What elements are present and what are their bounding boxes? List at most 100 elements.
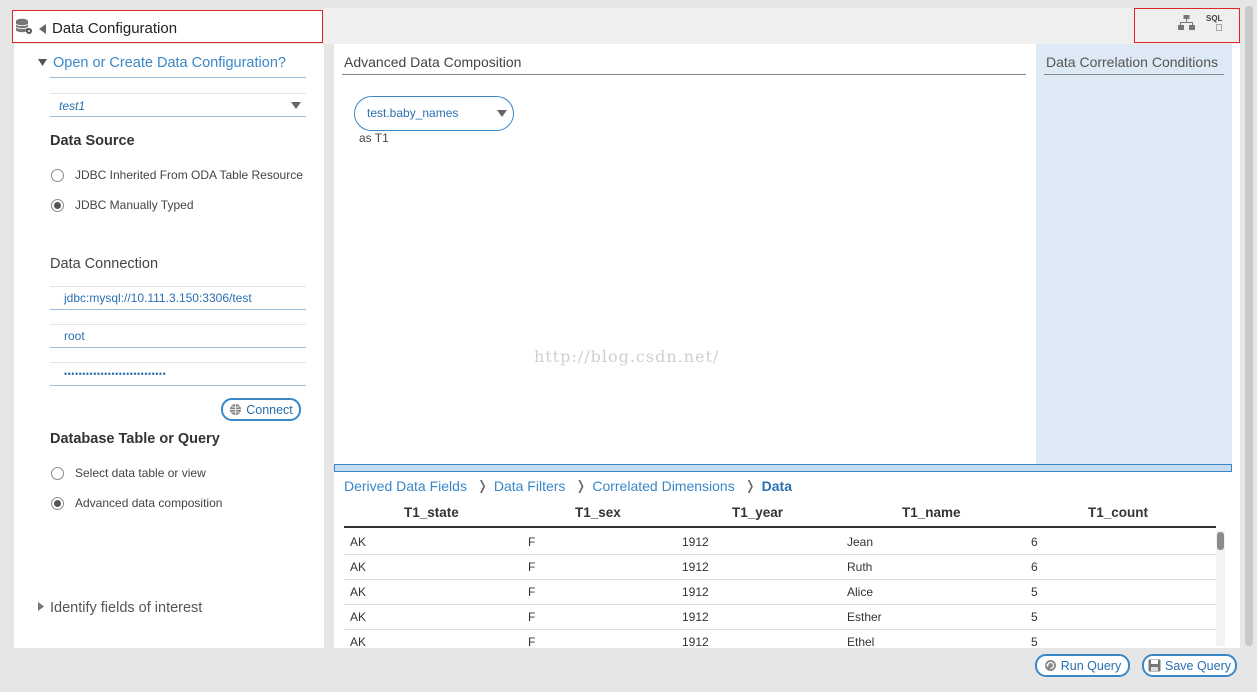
username-value: root — [64, 329, 85, 343]
radio-label: JDBC Manually Typed — [75, 198, 194, 212]
toolbar — [324, 8, 1240, 44]
radio-advanced-composition[interactable]: Advanced data composition — [50, 494, 312, 512]
cell-year: 1912 — [682, 560, 709, 574]
correlation-title: Data Correlation Conditions — [1046, 54, 1218, 70]
correlation-panel — [1036, 44, 1232, 464]
radio-button-selected[interactable] — [51, 199, 64, 212]
column-header[interactable]: T1_count — [1088, 505, 1148, 520]
cell-state: AK — [350, 610, 367, 624]
crumb-data-active[interactable]: Data — [762, 478, 792, 494]
composition-title: Advanced Data Composition — [344, 54, 522, 70]
radio-label: Select data table or view — [75, 466, 206, 480]
globe-icon — [230, 404, 242, 415]
triangle-down-icon[interactable] — [38, 59, 47, 66]
crumb-data-filters[interactable]: Data Filters — [494, 478, 566, 494]
sql-doc-icon — [1216, 24, 1222, 31]
database-gear-icon[interactable] — [15, 18, 33, 36]
table-row[interactable]: AK F 1912 Esther 5 — [344, 605, 1216, 630]
data-source-heading: Data Source — [50, 133, 135, 149]
table-row[interactable]: AK F 1912 Ruth 6 — [344, 555, 1216, 580]
triangle-left-icon[interactable] — [39, 24, 47, 34]
sql-label: SQL — [1206, 14, 1223, 23]
radio-label: Advanced data composition — [75, 496, 223, 510]
page-scrollbar[interactable] — [1243, 4, 1255, 648]
cell-state: AK — [350, 635, 367, 646]
cell-sex: F — [528, 635, 536, 646]
config-select-value: test1 — [59, 99, 86, 113]
open-create-config-link[interactable]: Open or Create Data Configuration? — [53, 55, 286, 71]
chevron-down-icon — [497, 110, 507, 117]
breadcrumb: Derived Data Fields ❭ Data Filters ❭ Cor… — [344, 476, 792, 496]
page-title: Data Configuration — [52, 20, 178, 37]
floppy-disk-icon — [1148, 659, 1161, 672]
cell-state: AK — [350, 535, 367, 549]
run-query-label: Run Query — [1060, 658, 1122, 673]
connect-button[interactable]: Connect — [221, 398, 301, 421]
radio-button-selected[interactable] — [51, 497, 64, 510]
table-select[interactable]: test.baby_names — [354, 96, 514, 131]
table-select-value: test.baby_names — [367, 106, 459, 120]
crumb-separator: ❭ — [744, 478, 756, 493]
crumb-correlated-dimensions[interactable]: Correlated Dimensions — [592, 478, 734, 494]
cell-name: Ruth — [847, 560, 873, 574]
config-select[interactable]: test1 — [50, 93, 306, 117]
column-header[interactable]: T1_sex — [575, 505, 621, 520]
page-scrollbar-thumb[interactable] — [1245, 6, 1253, 646]
jdbc-url-field[interactable]: jdbc:mysql://10.111.3.150:3306/test — [50, 286, 306, 310]
cell-count: 5 — [1031, 635, 1038, 646]
panel-splitter[interactable] — [334, 464, 1232, 472]
cell-name: Jean — [847, 535, 874, 549]
run-query-button[interactable]: Run Query — [1035, 654, 1130, 677]
table-alias: as T1 — [359, 131, 389, 145]
cell-name: Ethel — [847, 635, 875, 646]
password-field[interactable]: •••••••••••••••••••••••••••• — [50, 362, 306, 386]
radio-button[interactable] — [51, 169, 64, 182]
watermark: http://blog.csdn.net/ — [534, 347, 720, 366]
data-connection-heading: Data Connection — [50, 256, 159, 272]
sql-button[interactable]: SQL — [1206, 14, 1226, 32]
cell-sex: F — [528, 535, 536, 549]
radio-button[interactable] — [51, 467, 64, 480]
table-header: T1_state T1_sex T1_year T1_name T1_count — [344, 500, 1216, 528]
jdbc-url-value: jdbc:mysql://10.111.3.150:3306/test — [64, 291, 252, 305]
column-header[interactable]: T1_state — [404, 505, 459, 520]
crumb-separator: ❭ — [476, 478, 488, 493]
password-value: •••••••••••••••••••••••••••• — [64, 369, 167, 379]
save-query-label: Save Query — [1164, 658, 1231, 673]
cell-sex: F — [528, 585, 536, 599]
cell-name: Alice — [847, 585, 874, 599]
divider — [1044, 74, 1224, 75]
cell-year: 1912 — [682, 635, 709, 646]
cell-sex: F — [528, 560, 536, 574]
radio-jdbc-manual[interactable]: JDBC Manually Typed — [50, 196, 312, 214]
table-or-query-heading: Database Table or Query — [50, 431, 220, 447]
table-scrollbar-thumb[interactable] — [1217, 532, 1224, 550]
save-query-button[interactable]: Save Query — [1142, 654, 1237, 677]
username-field[interactable]: root — [50, 324, 306, 348]
table-row[interactable]: AK F 1912 Ethel 5 — [344, 630, 1216, 646]
cell-count: 5 — [1031, 585, 1038, 599]
cell-year: 1912 — [682, 535, 709, 549]
column-header[interactable]: T1_year — [732, 505, 783, 520]
divider — [342, 74, 1026, 75]
table-scrollbar[interactable] — [1216, 530, 1225, 646]
radio-label: JDBC Inherited From ODA Table Resource — [75, 168, 303, 182]
triangle-right-icon[interactable] — [38, 602, 44, 611]
hierarchy-icon[interactable] — [1178, 14, 1195, 31]
radio-jdbc-inherited[interactable]: JDBC Inherited From ODA Table Resource — [50, 166, 312, 184]
radio-select-table[interactable]: Select data table or view — [50, 464, 312, 482]
cell-count: 6 — [1031, 560, 1038, 574]
cell-name: Esther — [847, 610, 882, 624]
crumb-separator: ❭ — [575, 478, 587, 493]
cell-state: AK — [350, 560, 367, 574]
cell-state: AK — [350, 585, 367, 599]
crumb-derived-fields[interactable]: Derived Data Fields — [344, 478, 467, 494]
identify-fields-link[interactable]: Identify fields of interest — [50, 600, 202, 616]
table-row[interactable]: AK F 1912 Alice 5 — [344, 580, 1216, 605]
cell-count: 6 — [1031, 535, 1038, 549]
column-header[interactable]: T1_name — [902, 505, 961, 520]
connect-label: Connect — [246, 402, 293, 417]
table-row[interactable]: AK F 1912 Jean 6 — [344, 530, 1216, 555]
refresh-icon — [1044, 660, 1056, 671]
cell-count: 5 — [1031, 610, 1038, 624]
